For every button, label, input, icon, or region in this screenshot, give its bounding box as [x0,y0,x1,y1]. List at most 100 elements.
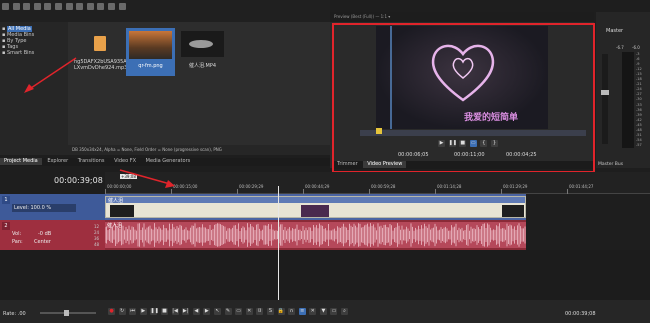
tags-icon[interactable] [76,3,84,10]
ruler-mark-label: 00:01:29;29 [503,184,528,189]
region-icon[interactable]: ▭ [330,308,338,315]
media-window-tabs: Project Media Explorer Transitions Video… [0,158,330,166]
vu-scale-label: -24 [636,87,642,92]
vu-scale-label: -3 [636,52,640,56]
properties-icon[interactable] [54,3,62,10]
capture-video-icon[interactable] [12,3,20,10]
auto-ripple-icon[interactable]: ≡ [298,308,306,315]
play-from-start-icon[interactable]: ⏮ [129,308,137,315]
marker-icon[interactable]: ▼ [319,308,327,315]
lock-icon[interactable]: 🔒 [277,308,285,315]
annotation-arrow-timeline [119,169,175,188]
media-grid: hg5DAFX2bUSA935A LXvmDvDhe924.mp3 qr-fm.… [68,22,330,145]
preview-title-bar: Preview (Best (Full)) — 1:1 ▾ [330,12,594,22]
split-icon[interactable]: S [266,308,274,315]
loop-playback-icon[interactable]: ↻ [118,308,126,315]
ruler-mark-label: 00:00:29;29 [239,184,264,189]
vu-scale-label: -9 [636,62,640,67]
audio-file-icon [94,36,106,51]
vu-scale-label: -33 [636,102,642,107]
undo-icon[interactable] [86,3,94,10]
media-toolbar [0,0,330,22]
rate-slider[interactable] [40,310,96,316]
prev-frame-icon[interactable]: ◀ [192,308,200,315]
vu-scale-label: -30 [636,97,642,102]
video-level-slider[interactable]: Level: 100.0 % [12,204,76,212]
pause-icon-main[interactable]: ❚❚ [150,308,159,315]
delete-icon[interactable]: ✕ [245,308,253,315]
tab-media-generators[interactable]: Media Generators [142,158,195,165]
media-item-image[interactable]: qr-fm.png [126,28,175,76]
audio-vol-value[interactable]: -0 dB [38,231,51,237]
go-to-end-icon[interactable]: ▶| [182,308,190,315]
timeline-playhead[interactable] [278,186,279,300]
master-bus-panel: Master -6.7 -6.0 -3 -6 -9 -12 -15 -18 -21 -24 -2… [596,12,650,168]
media-item-video-label: 催人泪.MP4 [188,63,217,69]
snap-icon[interactable]: ∩ [288,308,296,315]
audio-pan-label: Pan: [12,239,23,245]
tab-video-fx[interactable]: Video FX [110,158,140,165]
video-clip[interactable]: 催人泪 [105,196,526,218]
master-bus-label: Master Bus [598,162,624,167]
tab-explorer[interactable]: Explorer [43,158,72,165]
get-media-icon[interactable] [23,3,31,10]
vu-scale-label: -48 [636,127,642,132]
go-to-start-icon[interactable]: |◀ [171,308,179,315]
vu-scale-label: -36 [636,107,642,112]
timeline-ruler[interactable]: +39;08 00:00:00;00 00:00:15;00 00:00:29;29… [105,172,650,194]
track-number-1: 1 [2,196,10,204]
trim-icon[interactable]: ⌷ [256,308,264,315]
record-icon[interactable]: ● [108,308,115,315]
vu-scale-label: -45 [636,122,642,127]
rate-slider-handle[interactable] [64,310,69,316]
vu-scale-label: -42 [636,117,642,122]
audio-meter-num-1: 12 [94,224,100,229]
media-fx-icon[interactable] [44,3,52,10]
annotation-arrow-media [24,57,77,93]
audio-waveform [105,223,526,247]
crossfade-icon[interactable]: ✕ [309,308,317,315]
tab-project-media[interactable]: Project Media [0,158,42,165]
ruler-mark-label: 00:01:44;27 [569,184,594,189]
audio-track-header: 2 Vol: -0 dB Pan: Center 12 24 36 48 [0,220,105,250]
envelope-edit-icon[interactable]: ✎ [224,308,232,315]
stop-icon-main[interactable]: ■ [160,308,168,315]
remove-media-icon[interactable] [33,3,41,10]
next-frame-icon[interactable]: ▶ [203,308,211,315]
import-media-icon[interactable] [2,3,9,10]
redo-icon[interactable] [97,3,105,10]
audio-clip[interactable]: 催人泪 [105,222,526,248]
settings-icon[interactable] [107,3,115,10]
video-level-label: Level: 100.0 % [14,205,52,211]
search-icon[interactable] [118,3,126,10]
media-item-video[interactable]: 催人泪.MP4 [179,28,226,76]
tab-transitions[interactable]: Transitions [74,158,109,165]
zoom-icon[interactable]: ⌕ [341,308,349,315]
ruler-tick [567,189,568,194]
audio-meter-num-2: 24 [94,230,100,235]
bottom-transport-bar: Rate: .00 ● ↻ ⏮ ▶ ❚❚ ■ |◀ ▶| ◀ ▶ ↖ ✎ ▭ ✕… [0,300,650,323]
thumbnail-cloud-shape [189,40,213,48]
transport-buttons: ● ↻ ⏮ ▶ ❚❚ ■ |◀ ▶| ◀ ▶ ↖ ✎ ▭ ✕ ⌷ S 🔒 ∩ ≡… [108,308,350,315]
timeline-timecode: 00:00:39;08 [54,176,103,185]
audio-pan-value[interactable]: Center [34,239,51,245]
vu-scale-label: -6 [636,57,640,62]
media-item-audio[interactable]: hg5DAFX2bUSA935A LXvmDvDhe924.mp3 [74,30,128,82]
vu-scale-label: -51 [636,132,642,137]
vu-scale-label: -15 [636,72,642,77]
vu-scale-label: -27 [636,92,642,97]
audio-meter-num-4: 48 [94,242,100,247]
bottom-timecode: 00:00:39;08 [565,311,596,317]
preview-highlight-box [332,23,595,173]
master-fader-track[interactable] [601,54,609,144]
selection-edit-icon[interactable]: ▭ [235,308,243,315]
vu-scale-label: -18 [636,77,642,82]
media-item-audio-label: hg5DAFX2bUSA935A LXvmDvDhe924.mp3 [74,59,128,71]
vu-scale-label: -21 [636,82,642,87]
master-value-left: -6.7 [616,45,624,50]
views-icon[interactable] [65,3,73,10]
master-fader-handle[interactable] [601,90,609,95]
vu-scale-label: -39 [636,112,642,117]
normal-edit-icon[interactable]: ↖ [213,308,221,315]
play-icon-main[interactable]: ▶ [139,308,147,315]
